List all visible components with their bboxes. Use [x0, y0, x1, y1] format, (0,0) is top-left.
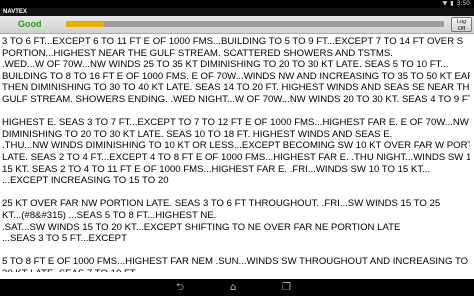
status-bar: ▼ ▮ 3:50 [0, 0, 474, 8]
message-line: ...SEAS 3 TO 5 FT...EXCEPT [2, 233, 127, 245]
message-line: GULF STREAM. SHOWERS ENDING. .WED NIGHT.… [2, 93, 470, 105]
wifi-icon: ▼ [442, 0, 448, 7]
home-icon[interactable]: ⌂ [230, 282, 236, 293]
progress-fill [66, 21, 104, 27]
message-line: BUILDING TO 8 TO 16 FT E OF 1000 FMS. E … [2, 70, 470, 82]
clock: 3:50 [456, 0, 470, 7]
message-line: THEN DIMINISHING TO 30 TO 40 KT LATE. SE… [2, 82, 470, 94]
message-line: DIMINISHING TO 20 TO 30 KT LATE. SEAS 10… [2, 128, 393, 140]
navigation-bar: ⮌ ⌂ ❐ [0, 279, 474, 296]
message-line: 25 KT OVER FAR NW PORTION LATE. SEAS 3 T… [2, 198, 441, 210]
message-line [2, 187, 470, 199]
message-line: PORTION...HIGHEST NEAR THE GULF STREAM. … [2, 47, 393, 59]
logoff-button[interactable]: Log Off [451, 17, 472, 32]
message-body[interactable]: 3 TO 6 FT...EXCEPT 6 TO 11 FT E OF 1000 … [2, 36, 470, 272]
message-line: KT...(#8&#315) ...SEAS 5 TO 8 FT...HIGHE… [2, 209, 217, 221]
message-line: .THU...NW WINDS DIMINISHING TO 10 KT OR … [2, 140, 470, 152]
message-line: 30 KT LATE. SEAS 7 TO 10 FT. [2, 268, 470, 272]
battery-icon: ▮ [450, 0, 454, 7]
message-line: .WED...W OF 70W...NW WINDS 25 TO 35 KT D… [2, 59, 449, 71]
message-line [2, 106, 470, 118]
message-line: .SAT...SW WINDS 15 TO 20 KT...EXCEPT SHI… [2, 221, 401, 233]
message-line: 15 KT. SEAS 2 TO 4 TO 11 FT E OF 1000 FM… [2, 163, 431, 175]
message-line: 5 TO 8 FT E OF 1000 FMS...HIGHEST FAR NE… [2, 256, 470, 268]
message-line: HIGHEST E. SEAS 3 TO 7 FT...EXCEPT TO 7 … [2, 117, 470, 129]
message-line: LATE. SEAS 2 TO 4 FT...EXCEPT 4 TO 8 FT … [2, 151, 470, 163]
message-line: ...EXCEPT INCREASING TO 15 TO 20 [2, 175, 169, 187]
recent-apps-icon[interactable]: ❐ [282, 282, 291, 293]
message-line: 3 TO 6 FT...EXCEPT 6 TO 11 FT E OF 1000 … [2, 36, 464, 47]
progress-bar [66, 21, 444, 27]
back-icon[interactable]: ⮌ [176, 282, 184, 293]
logoff-label-line2: Off [457, 25, 466, 32]
status-icons: ▼ ▮ 3:50 [443, 0, 470, 8]
app-title: NAVTEX [0, 8, 474, 16]
toolbar: Good Log Off [0, 16, 474, 34]
message-line [2, 245, 470, 257]
signal-status: Good [18, 19, 42, 29]
